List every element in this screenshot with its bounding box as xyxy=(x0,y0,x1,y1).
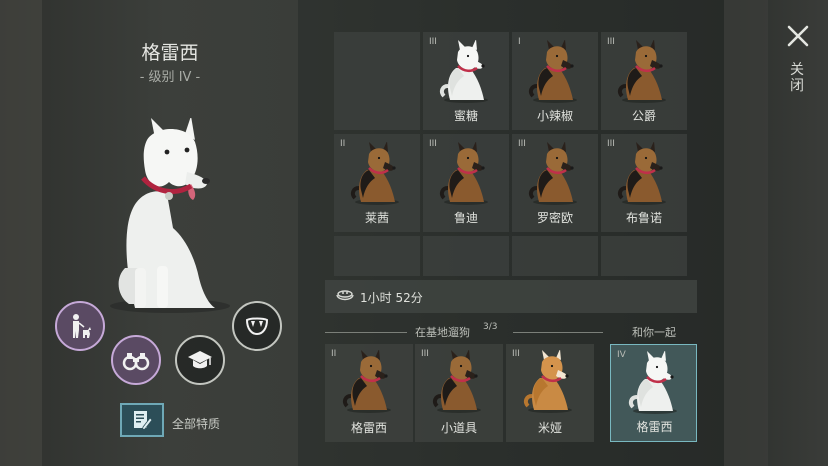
empty-kennel-slot[interactable] xyxy=(601,236,687,276)
companion-dog-slot[interactable]: IV 格雷西 xyxy=(610,344,697,442)
dog-sprite xyxy=(439,40,488,103)
all-traits-button[interactable] xyxy=(120,403,164,437)
dog-tier: II xyxy=(331,349,337,359)
binoculars-icon xyxy=(122,353,150,371)
kennel-slot[interactable]: III 鲁迪 xyxy=(423,134,509,232)
divider-line xyxy=(325,332,407,333)
dog-tier: II xyxy=(340,139,346,149)
kennel-slot[interactable]: I 小辣椒 xyxy=(512,32,598,130)
kennel-slot[interactable]: III 公爵 xyxy=(601,32,687,130)
food-timer: 1小时 52分 xyxy=(360,291,423,305)
dog-name-label: 布鲁诺 xyxy=(625,211,662,225)
divider-line xyxy=(513,332,603,333)
close-button[interactable] xyxy=(784,22,812,50)
dog-name-label: 鲁迪 xyxy=(453,211,478,225)
walking-count: 3/3 xyxy=(483,322,498,332)
dog-sprite xyxy=(432,350,481,413)
food-bowl-icon xyxy=(336,290,354,301)
attack-skill-button[interactable] xyxy=(232,301,282,351)
dog-tier: III xyxy=(421,349,429,359)
kennel-slot[interactable]: III 布鲁诺 xyxy=(601,134,687,232)
dog-tier: III xyxy=(607,37,615,47)
all-traits-label: 全部特质 xyxy=(172,417,221,431)
dog-name-label: 莱茜 xyxy=(364,211,389,225)
dog-level: - 级别 IV - xyxy=(139,70,201,85)
dog-sprite xyxy=(439,142,488,205)
walking-header: 在基地遛狗 3/3 xyxy=(325,322,603,339)
empty-kennel-slot[interactable] xyxy=(423,236,509,276)
kennel-slot[interactable]: II 莱茜 xyxy=(334,134,420,232)
dog-sprite xyxy=(528,40,577,103)
dog-sprite xyxy=(528,142,577,205)
dog-tier: III xyxy=(429,139,437,149)
dog-name-label: 罗密欧 xyxy=(536,211,573,225)
dog-sprite xyxy=(342,350,391,413)
dog-name-label: 格雷西 xyxy=(350,421,387,435)
dog-name-label: 米娅 xyxy=(537,421,562,435)
dog-name-label: 蜜糖 xyxy=(453,109,478,123)
walk-person-dog-icon xyxy=(73,314,91,338)
kennel-slot[interactable]: III 蜜糖 xyxy=(423,32,509,130)
dog-name-label: 小辣椒 xyxy=(536,109,573,123)
dog-tier: I xyxy=(518,37,521,47)
walking-dog-slot[interactable]: III 米娅 xyxy=(506,344,594,442)
empty-kennel-slot[interactable] xyxy=(334,236,420,276)
kennel-grid: III 蜜糖 I 小辣椒 III 公爵 II 莱茜 III 鲁迪 III 罗密欧 III 布鲁诺 xyxy=(334,32,688,276)
document-edit-icon xyxy=(134,411,153,431)
dog-name-label: 格雷西 xyxy=(636,420,673,434)
empty-kennel-slot[interactable] xyxy=(512,236,598,276)
dog-tier: III xyxy=(518,139,526,149)
graduation-cap-icon xyxy=(188,351,212,369)
close-icon xyxy=(787,25,809,47)
empty-kennel-slot[interactable] xyxy=(334,32,420,130)
with-you-label: 和你一起 xyxy=(632,326,676,339)
training-skill-button[interactable] xyxy=(175,335,225,385)
walking-title: 在基地遛狗 xyxy=(415,326,470,339)
dog-tier: III xyxy=(607,139,615,149)
dog-tier: III xyxy=(429,37,437,47)
left-edge-strip xyxy=(0,0,42,466)
dog-name: 格雷西 xyxy=(141,42,199,64)
fangs-icon xyxy=(245,317,269,336)
right-edge-strip xyxy=(724,0,768,466)
dog-name-label: 公爵 xyxy=(631,109,656,123)
dog-sprite xyxy=(350,142,399,205)
food-timer-bar: 1小时 52分 xyxy=(325,280,697,313)
scout-skill-button[interactable] xyxy=(111,335,161,385)
walking-dog-slot[interactable]: II 格雷西 xyxy=(325,344,413,442)
dog-portrait xyxy=(110,118,230,313)
dog-sprite xyxy=(628,351,677,414)
dog-sprite xyxy=(617,142,666,205)
walk-skill-button[interactable] xyxy=(55,301,105,351)
dog-sprite xyxy=(523,350,572,413)
walking-dog-slot[interactable]: III 小道具 xyxy=(415,344,503,442)
close-label: 关闭 xyxy=(790,62,804,94)
dog-name-label: 小道具 xyxy=(440,421,477,435)
dog-tier: IV xyxy=(617,350,626,360)
dog-tier: III xyxy=(512,349,520,359)
kennel-slot[interactable]: III 罗密欧 xyxy=(512,134,598,232)
dog-sprite xyxy=(617,40,666,103)
